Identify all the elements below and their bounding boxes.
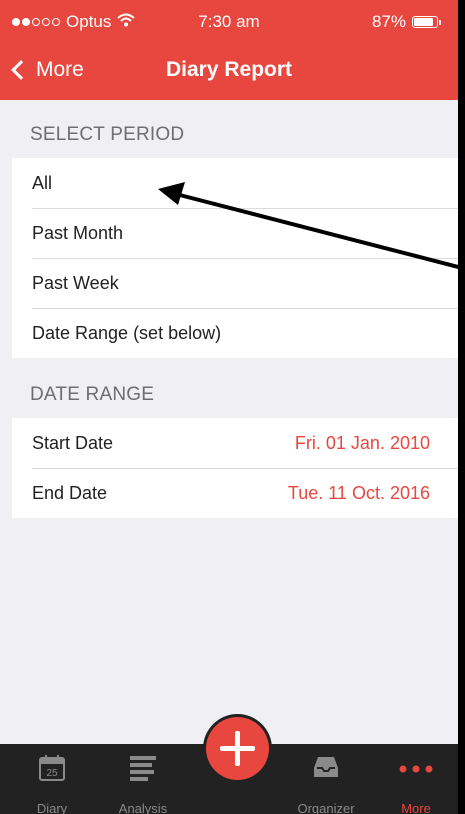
period-option-all[interactable]: All xyxy=(12,158,458,208)
period-option-date-range[interactable]: Date Range (set below) xyxy=(12,308,458,358)
tray-icon xyxy=(314,757,338,777)
period-option-past-month[interactable]: Past Month xyxy=(12,208,458,258)
tab-more-label: More xyxy=(401,801,431,814)
tab-diary-label: Diary xyxy=(36,801,68,814)
period-option-past-week[interactable]: Past Week xyxy=(12,258,458,308)
status-bar: Optus 7:30 am 87% xyxy=(0,0,458,40)
annotation-arrow xyxy=(158,182,458,269)
date-range-header: DATE RANGE xyxy=(30,384,155,405)
battery-icon xyxy=(412,16,441,28)
calendar-icon: 25 xyxy=(39,755,65,781)
end-date-row[interactable]: End Date Tue. 11 Oct. 2016 xyxy=(12,468,458,518)
screen: Optus 7:30 am 87% More Diary Report SELE… xyxy=(0,0,458,814)
tab-analysis-label: Analysis xyxy=(118,801,168,814)
tab-analysis[interactable]: Analysis xyxy=(103,744,183,814)
status-right: 87% xyxy=(371,12,441,32)
end-date-value: Tue. 11 Oct. 2016 xyxy=(287,483,430,503)
date-range-list: Start Date Fri. 01 Jan. 2010 End Date Tu… xyxy=(12,418,458,518)
tab-diary[interactable]: 25 Diary xyxy=(12,744,92,814)
battery-percent: 87% xyxy=(371,12,406,31)
page-title: Diary Report xyxy=(165,58,293,81)
tab-organizer-label: Organizer xyxy=(297,801,355,814)
add-entry-button[interactable] xyxy=(206,717,269,780)
calendar-badge: 25 xyxy=(46,768,58,779)
start-date-value: Fri. 01 Jan. 2010 xyxy=(294,433,430,453)
analysis-icon xyxy=(130,756,156,781)
start-date-row[interactable]: Start Date Fri. 01 Jan. 2010 xyxy=(12,418,458,468)
period-list: All Past Month Past Week Date Range (set… xyxy=(12,158,458,358)
header: Optus 7:30 am 87% More Diary Report xyxy=(0,0,458,100)
select-period-header: SELECT PERIOD xyxy=(30,124,185,145)
nav-bar: More Diary Report xyxy=(0,50,458,90)
more-dots-icon xyxy=(399,765,433,773)
tab-organizer[interactable]: Organizer xyxy=(286,744,366,814)
end-date-label: End Date xyxy=(32,483,108,503)
device-frame-edge xyxy=(458,0,465,814)
start-date-label: Start Date xyxy=(32,433,114,453)
tab-more[interactable]: More xyxy=(376,744,456,814)
